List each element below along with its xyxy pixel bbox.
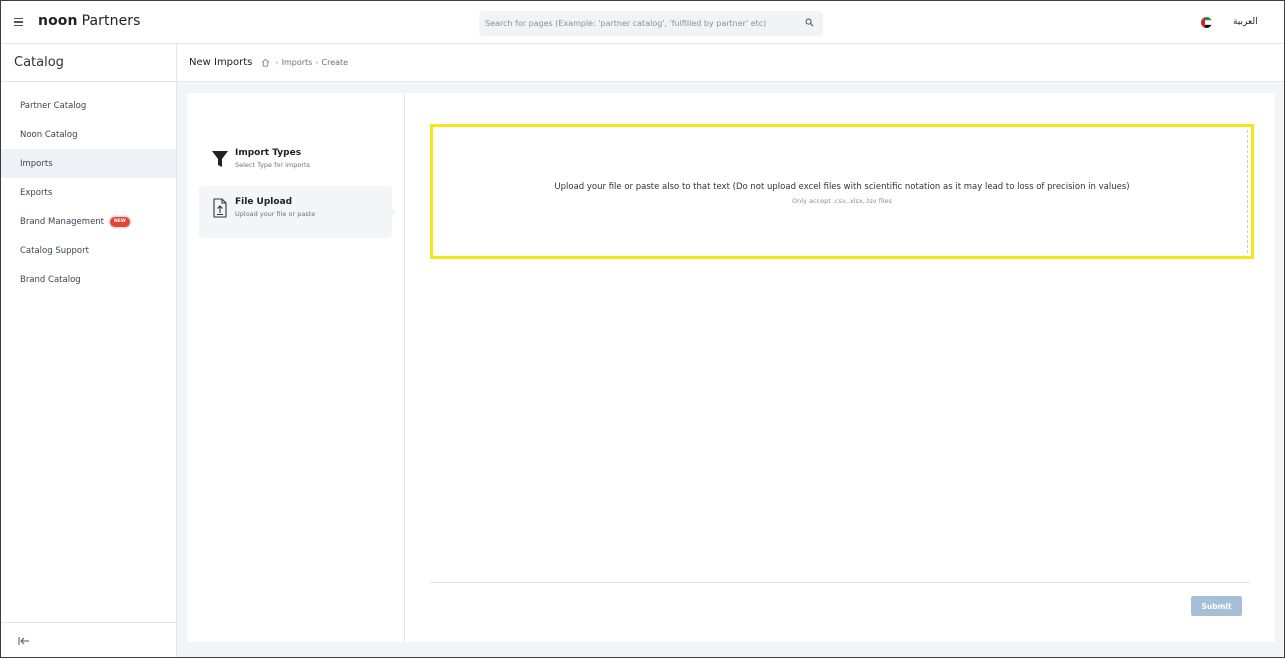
sidebar-item-catalog-support[interactable]: Catalog Support (1, 236, 176, 265)
brand-name-light: Partners (81, 13, 141, 29)
step-description: Select Type for imports (235, 161, 310, 169)
filter-icon (212, 151, 228, 167)
sidebar-item-imports[interactable]: Imports (1, 149, 176, 178)
sidebar-item-brand-catalog[interactable]: Brand Catalog (1, 265, 176, 294)
file-drop-zone[interactable]: Upload your file or paste also to that t… (430, 124, 1254, 259)
sidebar-item-label: Noon Catalog (20, 129, 78, 140)
file-upload-icon (213, 198, 227, 218)
page-title: New Imports (189, 57, 253, 68)
home-icon[interactable] (261, 58, 270, 67)
breadcrumb-create: Create (321, 58, 349, 67)
top-bar: noonPartners العربية (1, 1, 1284, 44)
step-import-types[interactable]: Import Types Select Type for imports (199, 137, 392, 189)
sidebar-item-label: Exports (20, 187, 53, 198)
sidebar-item-label: Imports (20, 158, 53, 169)
footer-divider (430, 582, 1250, 583)
breadcrumb-separator: › (275, 58, 279, 67)
language-switch[interactable]: العربية (1233, 17, 1258, 27)
steps-panel: Import Types Select Type for imports Fil… (187, 93, 405, 642)
sidebar-item-partner-catalog[interactable]: Partner Catalog (1, 91, 176, 120)
sidebar-item-label: Brand Catalog (20, 274, 81, 285)
upload-instructions: Upload your file or paste also to that t… (554, 182, 1130, 192)
brand-logo[interactable]: noon Partners (38, 13, 141, 29)
breadcrumb-imports[interactable]: Imports (282, 58, 313, 67)
sidebar-item-label: Catalog Support (20, 245, 89, 256)
active-step-arrow (392, 208, 396, 216)
sidebar-item-noon-catalog[interactable]: Noon Catalog (1, 120, 176, 149)
sidebar-item-brand-management[interactable]: Brand Management NEW (1, 207, 176, 236)
step-file-upload[interactable]: File Upload Upload your file or paste (199, 186, 396, 238)
page-header: New Imports › Imports › Create (177, 44, 1284, 82)
sidebar-item-label: Partner Catalog (20, 100, 87, 111)
hamburger-menu-icon[interactable] (14, 15, 26, 29)
sidebar-footer (1, 622, 176, 657)
uae-flag-icon[interactable] (1201, 17, 1212, 28)
submit-button[interactable]: Submit (1191, 596, 1242, 616)
breadcrumb: › Imports › Create (261, 58, 348, 67)
brand-name-bold: noon (38, 13, 78, 29)
import-card: Import Types Select Type for imports Fil… (187, 93, 1275, 642)
sidebar: Catalog Partner Catalog Noon Catalog Imp… (1, 44, 177, 657)
step-title: Import Types (235, 148, 302, 158)
search-icon[interactable] (805, 18, 814, 27)
app-window: noonPartners العربية Catalog Partner Cat… (0, 0, 1285, 658)
sidebar-title: Catalog (1, 44, 176, 82)
step-title: File Upload (235, 197, 293, 207)
sidebar-nav: Partner Catalog Noon Catalog Imports Exp… (1, 91, 176, 294)
accepted-file-types: Only accept .csv,.xlsx,.tsv files (792, 197, 892, 205)
new-badge: NEW (110, 216, 130, 227)
collapse-sidebar-icon[interactable] (18, 636, 30, 646)
search-input[interactable] (485, 19, 785, 28)
sidebar-item-label: Brand Management (20, 216, 105, 227)
step-description: Upload your file or paste (235, 210, 316, 218)
main-content: New Imports › Imports › Create Import Ty… (177, 44, 1284, 657)
search-bar (479, 11, 823, 36)
breadcrumb-separator: › (315, 58, 319, 67)
sidebar-item-exports[interactable]: Exports (1, 178, 176, 207)
